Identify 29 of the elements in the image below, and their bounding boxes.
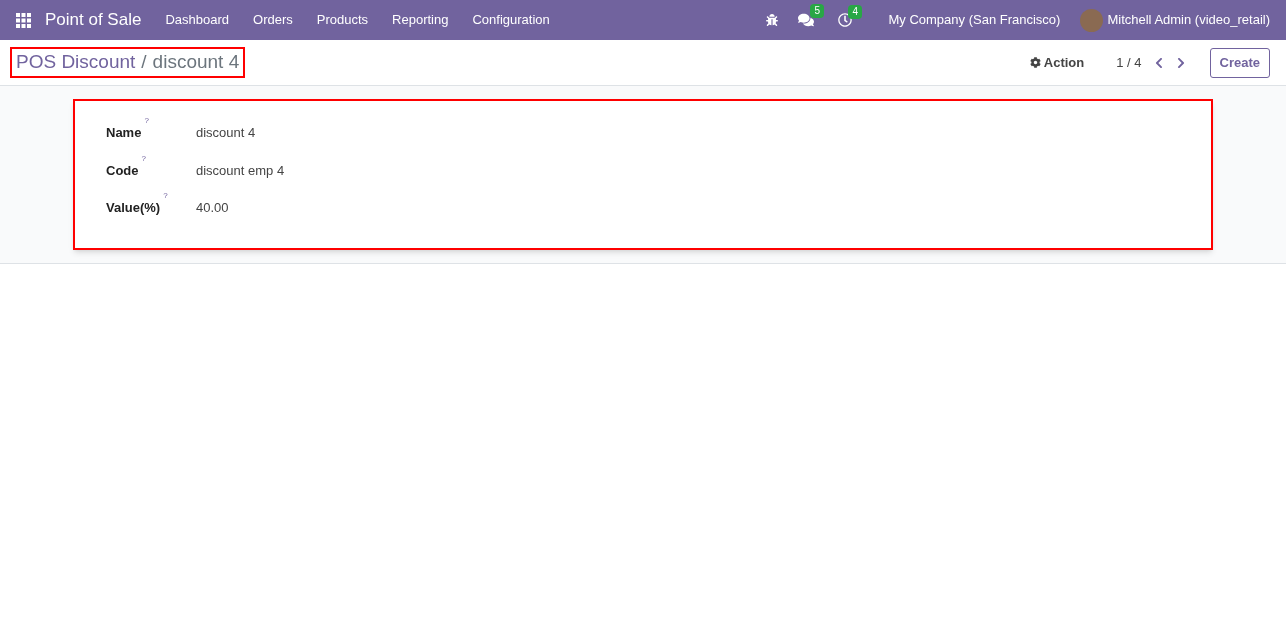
breadcrumb-separator: /	[141, 50, 147, 75]
company-switcher[interactable]: My Company (San Francisco)	[888, 10, 1061, 30]
app-grid-icon[interactable]	[16, 12, 31, 28]
chat-icon[interactable]	[798, 12, 815, 28]
user-menu[interactable]: Mitchell Admin (video_retail)	[1107, 10, 1270, 30]
action-button[interactable]: Action	[1029, 52, 1085, 73]
previous-icon[interactable]	[1153, 56, 1164, 69]
field-label: Value(%)	[106, 199, 161, 217]
breadcrumb-current: discount 4	[152, 50, 240, 75]
field-value: 40.00	[196, 199, 229, 217]
count-badge: 4	[848, 5, 863, 19]
menu-item[interactable]: Reporting	[392, 10, 449, 30]
field-value: discount emp 4	[196, 161, 285, 180]
bug-icon[interactable]	[766, 14, 779, 26]
menu-item[interactable]: Configuration	[472, 10, 550, 30]
gear-icon	[1029, 57, 1041, 68]
clock-icon[interactable]	[838, 13, 853, 27]
field-label: Code	[106, 161, 139, 180]
next-icon[interactable]	[1175, 56, 1186, 69]
menu-item[interactable]: Products	[316, 10, 369, 30]
create-button[interactable]: Create	[1209, 47, 1270, 78]
menu-item[interactable]: Orders	[253, 10, 293, 30]
count-badge: 5	[810, 4, 825, 18]
pager-value: 1 / 4	[1116, 53, 1142, 72]
field-value: discount 4	[196, 124, 256, 142]
menu-item[interactable]: Dashboard	[165, 10, 229, 30]
app-name[interactable]: Point of Sale	[45, 7, 142, 33]
field-label: Name	[106, 124, 142, 142]
breadcrumb-link[interactable]: POS Discount	[16, 48, 136, 77]
